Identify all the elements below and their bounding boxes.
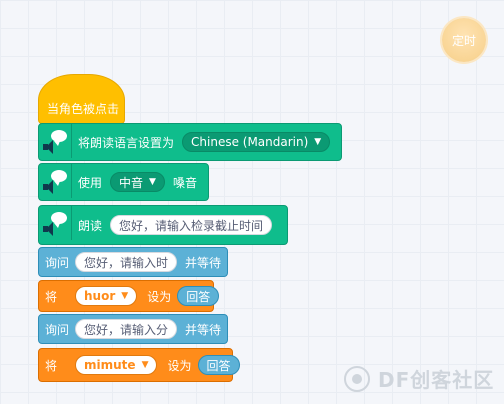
timer-label: 定时 — [451, 33, 476, 48]
speak-block[interactable]: 朗读 您好，请输入检录截止时间 — [38, 205, 288, 245]
voice-value: 中音 — [119, 175, 144, 190]
set-minute-mid: 设为 — [167, 358, 192, 373]
voice-dropdown[interactable]: 中音 ▼ — [110, 172, 165, 192]
set-minute-variable-block[interactable]: 将 mimute ▼ 设为 回答 — [38, 348, 240, 382]
ask-hour-label: 询问 — [45, 255, 70, 270]
chevron-down-icon: ▼ — [141, 360, 149, 370]
set-voice-label-before: 使用 — [78, 175, 103, 190]
set-hour-mid: 设为 — [147, 289, 172, 304]
watermark: DF创客社区 — [344, 364, 494, 393]
ask-hour-input[interactable]: 您好，请输入时 — [75, 252, 178, 272]
ask-hour-block[interactable]: 询问 您好，请输入时 并等待 — [38, 247, 228, 277]
text-to-speech-icon — [39, 164, 72, 198]
ask-minute-block[interactable]: 询问 您好，请输入分 并等待 — [38, 314, 228, 344]
ask-minute-suffix: 并等待 — [185, 322, 222, 337]
answer-reporter[interactable]: 回答 — [197, 355, 240, 375]
language-value: Chinese (Mandarin) — [191, 135, 309, 149]
ask-minute-label: 询问 — [45, 322, 70, 337]
minute-variable-name: mimute — [84, 358, 136, 372]
speak-label: 朗读 — [78, 218, 103, 233]
text-to-speech-icon — [39, 206, 72, 240]
set-language-block[interactable]: 将朗读语言设置为 Chinese (Mandarin) ▼ — [38, 123, 342, 161]
timer-button[interactable]: 定时 — [442, 18, 486, 62]
hat-block-label: 当角色被点击 — [47, 102, 120, 116]
speak-text-input[interactable]: 您好，请输入检录截止时间 — [110, 215, 273, 235]
chevron-down-icon: ▼ — [314, 137, 322, 147]
set-minute-label: 将 — [45, 358, 58, 373]
text-to-speech-icon — [39, 124, 72, 158]
chevron-down-icon: ▼ — [121, 291, 129, 301]
when-sprite-clicked-block[interactable]: 当角色被点击 — [38, 74, 125, 124]
hour-variable-dropdown[interactable]: huor ▼ — [75, 286, 138, 306]
set-hour-label: 将 — [45, 289, 58, 304]
set-hour-variable-block[interactable]: 将 huor ▼ 设为 回答 — [38, 280, 220, 312]
watermark-text: DF创客社区 — [378, 368, 495, 392]
set-voice-label-after: 嗓音 — [172, 175, 197, 190]
minute-variable-dropdown[interactable]: mimute ▼ — [75, 355, 158, 375]
answer-reporter[interactable]: 回答 — [177, 286, 220, 306]
ask-hour-suffix: 并等待 — [185, 255, 222, 270]
ask-minute-input[interactable]: 您好，请输入分 — [75, 319, 178, 339]
set-language-label: 将朗读语言设置为 — [78, 135, 175, 150]
chevron-down-icon: ▼ — [149, 177, 156, 187]
hour-variable-name: huor — [84, 289, 116, 303]
set-voice-block[interactable]: 使用 中音 ▼ 嗓音 — [38, 163, 209, 201]
language-dropdown[interactable]: Chinese (Mandarin) ▼ — [182, 132, 331, 152]
watermark-logo-icon — [344, 365, 370, 392]
code-workspace[interactable]: 定时 当角色被点击 将朗读语言设置为 Chinese (Mandarin) ▼ … — [0, 0, 504, 404]
